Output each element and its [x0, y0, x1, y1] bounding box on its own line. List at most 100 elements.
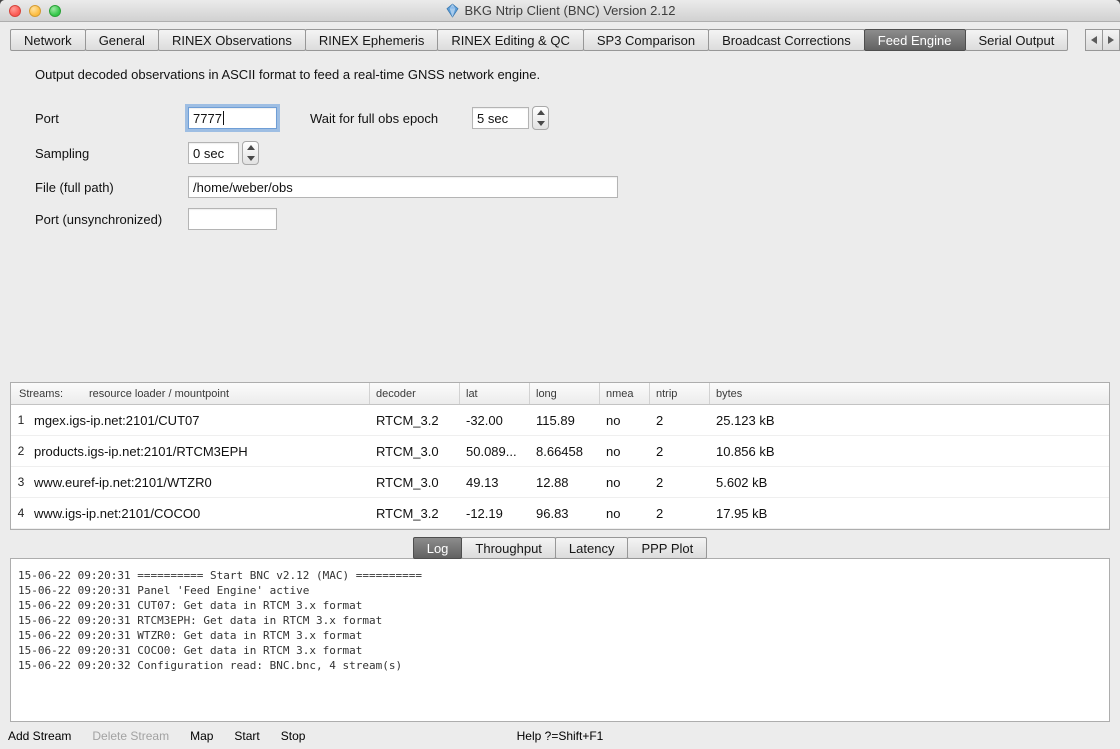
tab-serial-output[interactable]: Serial Output	[965, 29, 1069, 51]
tab-general[interactable]: General	[85, 29, 159, 51]
zoom-button[interactable]	[49, 5, 61, 17]
wait-epoch-input[interactable]: 5 sec	[472, 107, 529, 129]
tab-ppp-plot[interactable]: PPP Plot	[627, 537, 707, 559]
file-path-label: File (full path)	[35, 180, 114, 195]
port-label: Port	[35, 111, 59, 126]
cell-lat: -32.00	[460, 413, 530, 428]
app-window: BKG Ntrip Client (BNC) Version 2.12 Netw…	[0, 0, 1120, 749]
cell-mountpoint: www.igs-ip.net:2101/COCO0	[31, 506, 370, 521]
cell-ntrip: 2	[650, 413, 710, 428]
cell-nmea: no	[600, 444, 650, 459]
bottom-bar: Add Stream Delete Stream Map Start Stop …	[0, 722, 1120, 749]
table-row[interactable]: 2 products.igs-ip.net:2101/RTCM3EPH RTCM…	[11, 436, 1109, 467]
header-nmea[interactable]: nmea	[600, 383, 650, 404]
port-value: 7777	[193, 111, 222, 126]
app-icon	[445, 3, 460, 18]
tab-broadcast-corrections[interactable]: Broadcast Corrections	[708, 29, 865, 51]
table-row[interactable]: 4 www.igs-ip.net:2101/COCO0 RTCM_3.2 -12…	[11, 498, 1109, 529]
table-row[interactable]: 1 mgex.igs-ip.net:2101/CUT07 RTCM_3.2 -3…	[11, 405, 1109, 436]
cell-bytes: 10.856 kB	[710, 444, 1109, 459]
cell-mountpoint: www.euref-ip.net:2101/WTZR0	[31, 475, 370, 490]
row-number: 1	[11, 413, 31, 427]
chevron-right-icon	[1108, 36, 1114, 44]
row-number: 4	[11, 506, 31, 520]
cell-mountpoint: mgex.igs-ip.net:2101/CUT07	[31, 413, 370, 428]
log-tab-bar: Log Throughput Latency PPP Plot	[0, 537, 1120, 559]
log-line: 15-06-22 09:20:32 Configuration read: BN…	[18, 658, 1109, 673]
tab-network[interactable]: Network	[10, 29, 86, 51]
window-title: BKG Ntrip Client (BNC) Version 2.12	[465, 3, 676, 18]
port-input[interactable]: 7777	[188, 107, 277, 129]
window-controls	[9, 5, 61, 17]
wait-epoch-label: Wait for full obs epoch	[310, 111, 438, 126]
header-lat[interactable]: lat	[460, 383, 530, 404]
row-number: 3	[11, 475, 31, 489]
cell-decoder: RTCM_3.2	[370, 506, 460, 521]
stop-button[interactable]: Stop	[281, 729, 306, 743]
log-line: 15-06-22 09:20:31 CUT07: Get data in RTC…	[18, 598, 1109, 613]
header-long[interactable]: long	[530, 383, 600, 404]
header-ntrip[interactable]: ntrip	[650, 383, 710, 404]
add-stream-button[interactable]: Add Stream	[8, 729, 71, 743]
port-unsync-input[interactable]	[188, 208, 277, 230]
tab-rinex-ephemeris[interactable]: RINEX Ephemeris	[305, 29, 438, 51]
cell-long: 12.88	[530, 475, 600, 490]
log-line: 15-06-22 09:20:31 COCO0: Get data in RTC…	[18, 643, 1109, 658]
stepper-down-icon[interactable]	[533, 118, 548, 129]
tab-log[interactable]: Log	[413, 537, 463, 559]
cell-bytes: 17.95 kB	[710, 506, 1109, 521]
close-button[interactable]	[9, 5, 21, 17]
tab-scroll-controls	[1086, 29, 1120, 51]
log-output[interactable]: 15-06-22 09:20:31 ========== Start BNC v…	[10, 558, 1110, 722]
minimize-button[interactable]	[29, 5, 41, 17]
log-line: 15-06-22 09:20:31 ========== Start BNC v…	[18, 568, 1109, 583]
cell-bytes: 25.123 kB	[710, 413, 1109, 428]
panel-description: Output decoded observations in ASCII for…	[35, 67, 540, 82]
text-caret	[223, 111, 224, 125]
tab-rinex-observations[interactable]: RINEX Observations	[158, 29, 306, 51]
port-unsync-label: Port (unsynchronized)	[35, 212, 162, 227]
header-bytes[interactable]: bytes	[710, 383, 1109, 404]
tab-latency[interactable]: Latency	[555, 537, 629, 559]
sampling-input[interactable]: 0 sec	[188, 142, 239, 164]
cell-lat: 50.089...	[460, 444, 530, 459]
delete-stream-button: Delete Stream	[92, 729, 169, 743]
table-row[interactable]: 3 www.euref-ip.net:2101/WTZR0 RTCM_3.0 4…	[11, 467, 1109, 498]
tab-sp3-comparison[interactable]: SP3 Comparison	[583, 29, 709, 51]
wait-epoch-stepper[interactable]	[532, 106, 549, 130]
main-tab-bar: Network General RINEX Observations RINEX…	[10, 29, 1120, 51]
map-button[interactable]: Map	[190, 729, 213, 743]
header-decoder[interactable]: decoder	[370, 383, 460, 404]
start-button[interactable]: Start	[234, 729, 259, 743]
tab-scroll-right-button[interactable]	[1102, 29, 1120, 51]
cell-long: 115.89	[530, 413, 600, 428]
cell-nmea: no	[600, 475, 650, 490]
file-path-value: /home/weber/obs	[193, 180, 293, 195]
tab-rinex-editing-qc[interactable]: RINEX Editing & QC	[437, 29, 584, 51]
log-line: 15-06-22 09:20:31 WTZR0: Get data in RTC…	[18, 628, 1109, 643]
cell-bytes: 5.602 kB	[710, 475, 1109, 490]
sampling-stepper[interactable]	[242, 141, 259, 165]
tab-throughput[interactable]: Throughput	[461, 537, 556, 559]
title-bar[interactable]: BKG Ntrip Client (BNC) Version 2.12	[0, 0, 1120, 22]
cell-ntrip: 2	[650, 506, 710, 521]
cell-lat: 49.13	[460, 475, 530, 490]
file-path-input[interactable]: /home/weber/obs	[188, 176, 618, 198]
streams-table: Streams: resource loader / mountpoint de…	[10, 382, 1110, 530]
streams-table-header: Streams: resource loader / mountpoint de…	[11, 383, 1109, 405]
cell-decoder: RTCM_3.2	[370, 413, 460, 428]
cell-decoder: RTCM_3.0	[370, 475, 460, 490]
stepper-down-icon[interactable]	[243, 153, 258, 164]
cell-long: 8.66458	[530, 444, 600, 459]
log-line: 15-06-22 09:20:31 RTCM3EPH: Get data in …	[18, 613, 1109, 628]
cell-long: 96.83	[530, 506, 600, 521]
stepper-up-icon[interactable]	[243, 142, 258, 153]
chevron-left-icon	[1091, 36, 1097, 44]
tab-feed-engine[interactable]: Feed Engine	[864, 29, 966, 51]
log-line: 15-06-22 09:20:31 Panel 'Feed Engine' ac…	[18, 583, 1109, 598]
stepper-up-icon[interactable]	[533, 107, 548, 118]
tab-scroll-left-button[interactable]	[1085, 29, 1103, 51]
cell-nmea: no	[600, 413, 650, 428]
header-streams-mountpoint[interactable]: Streams: resource loader / mountpoint	[11, 383, 370, 404]
cell-mountpoint: products.igs-ip.net:2101/RTCM3EPH	[31, 444, 370, 459]
